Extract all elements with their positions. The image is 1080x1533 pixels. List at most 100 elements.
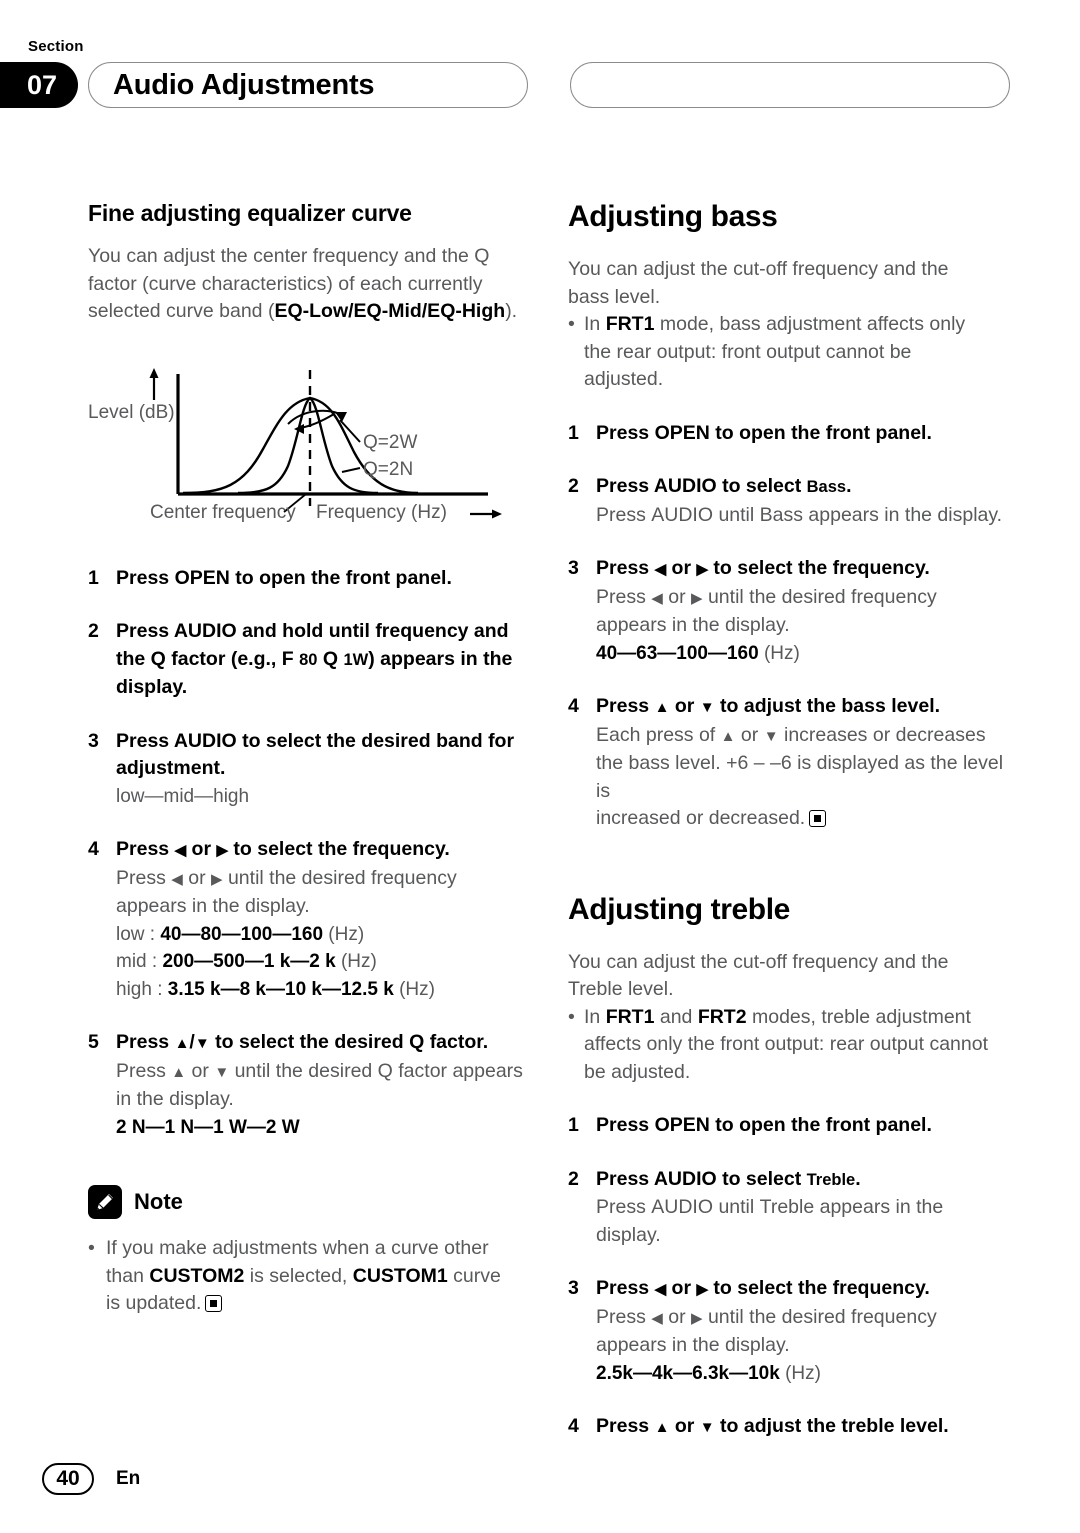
step-4-sub-pre: Press: [116, 866, 172, 889]
page-number: 40: [42, 1463, 94, 1495]
bass-step-3-title: Press ◀ or ▶ to select the frequency.: [596, 555, 937, 584]
bass-step-4-title: Press ▲ or ▼ to adjust the bass level.: [596, 693, 1008, 722]
treble-step-2-title-post: .: [855, 1167, 861, 1190]
right-column: Adjusting bass You can adjust the cut-of…: [568, 200, 1008, 1442]
bass-step-3-sub-line-2: appears in the display.: [596, 614, 790, 636]
bass-bullet: • In FRT1 mode, bass adjustment affects …: [568, 311, 1008, 394]
right-arrow-icon: ▶: [691, 1309, 703, 1327]
bass-step-4-number: 4: [568, 695, 579, 717]
intro-line-3-post: ).: [505, 300, 518, 322]
page-footer: 40 En: [42, 1463, 140, 1495]
freq-mid-label: mid :: [116, 951, 163, 972]
treble-step-2: 2 Press AUDIO to select Treble. Press AU…: [568, 1166, 1008, 1250]
bass-intro-line-2: bass level.: [568, 285, 661, 308]
step-1-key: OPEN: [174, 566, 230, 589]
step-4-sub-line2: appears in the display.: [116, 895, 310, 917]
left-arrow-icon: ◀: [171, 870, 183, 888]
language-code: En: [116, 1468, 141, 1489]
bass-step-3-title-mid: or: [666, 557, 697, 579]
left-arrow-icon: ◀: [651, 1309, 663, 1327]
step-4-subtext: Press ◀ or ▶ until the desired frequency…: [116, 865, 457, 921]
treble-step-3-sub-line-2: appears in the display.: [596, 1334, 790, 1356]
treble-step-2-number: 2: [568, 1167, 579, 1190]
freq-low-label: low :: [116, 923, 161, 945]
bass-frequency-unit: (Hz): [758, 642, 800, 664]
bass-bullet-mark: •: [568, 313, 575, 335]
treble-step-3-sub-pre: Press: [596, 1305, 652, 1328]
treble-step-1-pre: Press: [596, 1114, 655, 1136]
step-3-line1-post: to select the desired band for: [236, 729, 515, 752]
bass-step-4-sub-mid: or: [735, 723, 764, 746]
treble-bullet-and: and: [654, 1005, 698, 1028]
treble-step-3: 3 Press ◀ or ▶ to select the frequency. …: [568, 1275, 1008, 1387]
step-1-pre: Press: [116, 566, 175, 589]
bass-step-4-line-3: increased or decreased.: [596, 807, 806, 829]
step-3-line2: adjustment.: [116, 757, 226, 779]
treble-step-2-title-pre: Press: [596, 1167, 654, 1190]
step-2-line2-post: ) appears in the: [368, 647, 513, 670]
treble-step-3-sub-mid: or: [662, 1305, 691, 1328]
end-of-section-mark: [205, 1295, 223, 1312]
note-line-1: If you make adjustments when a curve oth…: [106, 1237, 489, 1259]
diagram-x-axis-label: Frequency (Hz): [316, 501, 447, 523]
treble-bullet-line-2: affects only the front output: rear outp…: [584, 1033, 988, 1055]
step-1-post: to open the front panel.: [229, 566, 452, 589]
pencil-icon-svg: [97, 1194, 113, 1210]
diagram-label-q2n: Q=2N: [363, 458, 414, 480]
bass-audio-key: AUDIO: [651, 503, 714, 526]
page-title-pill: Audio Adjustments: [88, 62, 528, 108]
treble-step-4-number: 4: [568, 1415, 579, 1437]
bass-step-2-title-post: .: [846, 475, 852, 497]
treble-intro-line-1: You can adjust the cut-off frequency and…: [568, 950, 949, 973]
bass-step-4-sub-post: increases or decreases: [778, 723, 986, 746]
step-2-number: 2: [88, 620, 99, 642]
step-5-title: Press ▲/▼ to select the desired Q factor…: [116, 1029, 523, 1058]
bass-step-4: 4 Press ▲ or ▼ to adjust the bass level.…: [568, 693, 1008, 833]
freq-high-unit: (Hz): [393, 978, 435, 1000]
treble-bullet-text: In FRT1 and FRT2 modes, treble adjustmen…: [584, 1004, 988, 1087]
pencil-icon: [88, 1185, 122, 1219]
step-2-line1-key: AUDIO: [173, 620, 237, 642]
step-4-number: 4: [88, 838, 99, 860]
heading-adjusting-treble: Adjusting treble: [568, 892, 790, 926]
step-2-line3: display.: [116, 676, 188, 698]
treble-step-4: 4 Press ▲ or ▼ to adjust the treble leve…: [568, 1413, 1008, 1442]
bass-frequency-values: 40—63—100—160: [596, 642, 759, 664]
bass-step-4-body: Press ▲ or ▼ to adjust the bass level. E…: [596, 693, 1008, 833]
left-arrow-icon: ◀: [651, 589, 663, 607]
bass-step-3-sub-mid: or: [662, 585, 691, 608]
bass-step-4-line2-pre: the bass level.: [596, 752, 727, 774]
step-4-title-pre: Press: [116, 838, 175, 860]
bass-step-2: 2 Press AUDIO to select Bass. Press AUDI…: [568, 473, 1008, 529]
note-line-2-post: curve: [447, 1264, 501, 1287]
bass-step-2-title: Press AUDIO to select Bass.: [596, 473, 1002, 502]
right-arrow-icon: ▶: [696, 561, 708, 578]
bass-step-3-title-post: to select the frequency.: [708, 557, 930, 579]
treble-step-4-title-mid: or: [669, 1415, 700, 1437]
treble-step-2-sub-mid: until: [713, 1196, 760, 1218]
freq-high-label: high :: [116, 978, 168, 1000]
step-4-sub-post: until the desired frequency: [222, 866, 457, 889]
end-of-section-mark: [809, 810, 827, 827]
step-5-sub-post: until the desired Q factor appears: [229, 1059, 523, 1082]
treble-display-name: Treble: [759, 1196, 815, 1218]
up-arrow-icon: ▲: [174, 1035, 190, 1052]
page-title: Audio Adjustments: [113, 68, 375, 101]
treble-step-3-title: Press ◀ or ▶ to select the frequency.: [596, 1275, 937, 1304]
treble-step-3-body: Press ◀ or ▶ to select the frequency. Pr…: [596, 1275, 937, 1387]
bass-step-4-subtext: Each press of ▲ or ▼ increases or decrea…: [596, 722, 1008, 833]
step-5-title-post: to select the desired Q factor.: [209, 1031, 489, 1053]
left-arrow-icon: ◀: [174, 842, 187, 859]
bass-step-4-title-post: to adjust the bass level.: [714, 695, 941, 717]
step-2-line1-pre: Press: [116, 620, 174, 642]
treble-step-3-number: 3: [568, 1277, 579, 1299]
bass-step-2-sub-mid: until: [713, 503, 760, 526]
note-line-3: is updated.: [106, 1292, 202, 1314]
diagram-y-axis-label: Level (dB): [88, 401, 175, 423]
bass-step-2-title-pre: Press: [596, 475, 654, 497]
down-arrow-icon: ▼: [699, 699, 715, 716]
treble-step-2-key: AUDIO: [653, 1167, 717, 1190]
down-arrow-icon: ▼: [194, 1035, 210, 1052]
treble-step-1-text: Press OPEN to open the front panel.: [596, 1112, 932, 1140]
